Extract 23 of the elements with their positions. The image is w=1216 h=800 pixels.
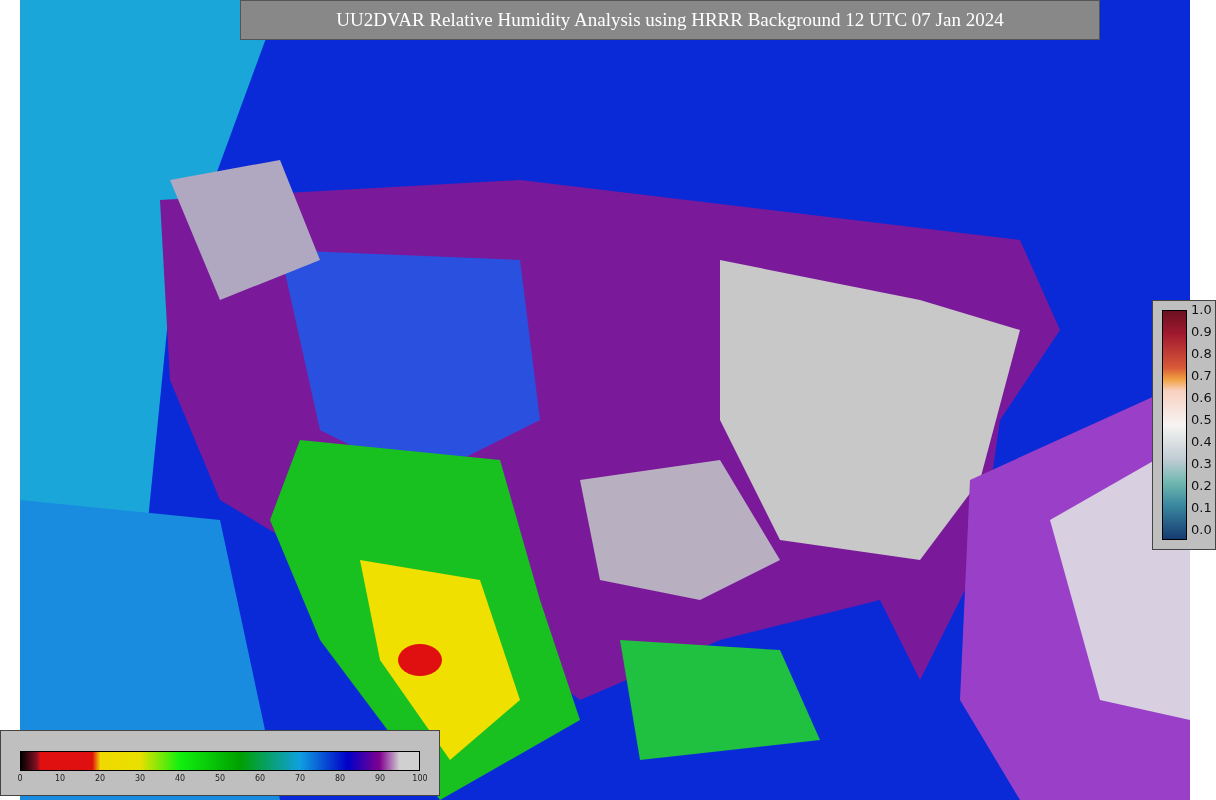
colorbar-tick-label: 1.0 [1191, 301, 1212, 319]
colorbar-tick-label: 0.5 [1191, 411, 1212, 429]
colorbar-tick-label: 0.1 [1191, 499, 1212, 517]
colorbar-tick-label: 0 [16, 773, 24, 785]
colorbar-tick-label: 50 [213, 773, 227, 785]
colorbar-tick-label: 80 [333, 773, 347, 785]
colorbar-tick-label: 40 [173, 773, 187, 785]
colorbar-tick-label: 30 [133, 773, 147, 785]
colorbar-tick-label: 100 [411, 773, 429, 785]
colorbar-tick-label: 0.8 [1191, 345, 1212, 363]
colorbar-tick-label: 0.4 [1191, 433, 1212, 451]
colorbar-tick-label: 0.3 [1191, 455, 1212, 473]
colorbar-tick-label: 70 [293, 773, 307, 785]
colorbar-tick-label: 0.2 [1191, 477, 1212, 495]
colorbar-tick-label: 10 [53, 773, 67, 785]
colorbar-tick-label: 90 [373, 773, 387, 785]
colorbar-tick-label: 0.0 [1191, 521, 1212, 539]
map-title: UU2DVAR Relative Humidity Analysis using HRRR Background 12 UTC 07 Jan 2024 [336, 7, 1004, 32]
colorbar-tick-label: 0.9 [1191, 323, 1212, 341]
colorbar-tick-label: 0.6 [1191, 389, 1212, 407]
colorbar-tick-label: 20 [93, 773, 107, 785]
colorbar-tick-label: 60 [253, 773, 267, 785]
colorbar-tick-label: 0.7 [1191, 367, 1212, 385]
